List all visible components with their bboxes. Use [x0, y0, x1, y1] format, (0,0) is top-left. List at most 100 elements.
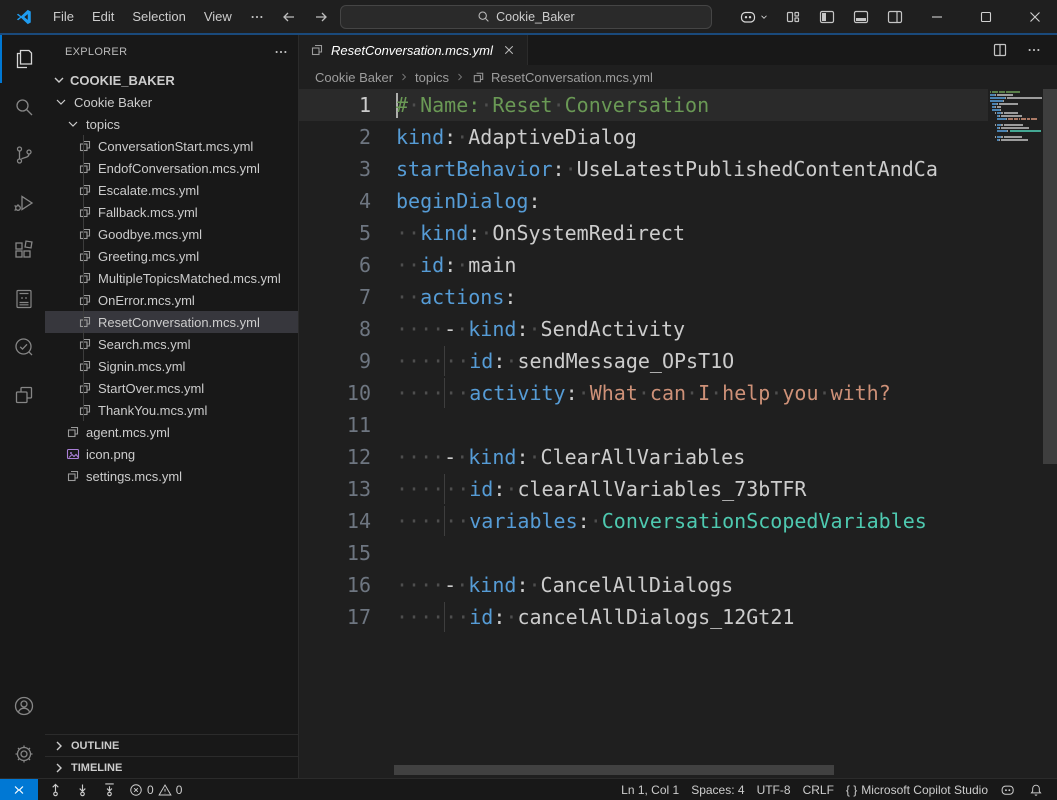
tab-resetconversation[interactable]: ResetConversation.mcs.yml [299, 35, 528, 65]
stacked-squares-icon[interactable] [0, 371, 45, 419]
code-line-14[interactable]: 14······variables:·ConversationScopedVar… [299, 505, 988, 537]
minimap[interactable] [990, 91, 1042, 142]
code-editor[interactable]: 1#·Name:·Reset·Conversation 2 kind:·Adapti… [299, 89, 1057, 778]
chevron-down-icon [53, 94, 69, 110]
back-arrow-icon[interactable] [276, 5, 302, 29]
close-icon[interactable] [1012, 0, 1057, 33]
line-number: 14 [299, 509, 371, 533]
bell-icon[interactable] [1023, 783, 1049, 797]
minimap-content [990, 91, 1042, 141]
cursor-position[interactable]: Ln 1, Col 1 [615, 783, 685, 797]
code-line-13[interactable]: 13 ······id:·clearAllVariables_73bTFR [299, 473, 988, 505]
copilot-icon[interactable] [734, 4, 774, 30]
code-line-10[interactable]: 10······activity:·What·can·I·help·you·wi… [299, 377, 988, 409]
indentation-setting[interactable]: Spaces: 4 [685, 783, 750, 797]
line-content: #·Name:·Reset·Conversation [396, 93, 709, 118]
code-line-8[interactable]: 8 ····-·kind:·SendActivity [299, 313, 988, 345]
vertical-scrollbar-thumb[interactable] [1043, 89, 1057, 464]
line-number: 13 [299, 477, 371, 501]
settings-gear-icon[interactable] [0, 730, 45, 778]
item-label: topics [86, 117, 120, 132]
file-item-settings-mcs-yml[interactable]: settings.mcs.yml [45, 465, 298, 487]
remote-indicator[interactable] [0, 779, 38, 800]
code-line-4[interactable]: 4beginDialog: [299, 185, 988, 217]
check-circle-icon[interactable] [0, 323, 45, 371]
minimize-icon[interactable] [914, 0, 959, 33]
source-control-icon[interactable] [0, 131, 45, 179]
explorer-more-icon[interactable] [274, 45, 288, 59]
outline-panel[interactable]: OUTLINE [45, 734, 298, 756]
folder-item-cookie-baker[interactable]: Cookie Baker [45, 91, 298, 113]
toggle-sidebar-icon[interactable] [812, 4, 842, 30]
titlebar: File Edit Selection View Cookie_Baker [0, 0, 1057, 35]
code-line-15[interactable]: 15 [299, 537, 988, 569]
copilot-studio-icon[interactable] [0, 275, 45, 323]
maximize-icon[interactable] [963, 0, 1008, 33]
customize-layout-icon[interactable] [778, 4, 808, 30]
error-count: 0 [147, 783, 154, 797]
code-line-11[interactable]: 11 [299, 409, 988, 441]
language-mode[interactable]: { } Microsoft Copilot Studio [840, 783, 994, 797]
line-content: ······id:·clearAllVariables_73bTFR [396, 474, 806, 504]
item-label: StartOver.mcs.yml [98, 381, 204, 396]
line-number: 2 [299, 125, 371, 149]
account-icon[interactable] [0, 682, 45, 730]
timeline-panel[interactable]: TIMELINE [45, 756, 298, 778]
code-line-5[interactable]: 5··kind:·OnSystemRedirect [299, 217, 988, 249]
pull-icon[interactable] [69, 782, 96, 797]
menu-selection[interactable]: Selection [124, 6, 193, 27]
import-icon[interactable] [96, 782, 123, 797]
breadcrumb-item-file[interactable]: ResetConversation.mcs.yml [491, 70, 653, 85]
code-line-6[interactable]: 6··id:·main [299, 249, 988, 281]
eol-setting[interactable]: CRLF [797, 783, 840, 797]
folder-item-topics[interactable]: topics [45, 113, 298, 135]
menu-view[interactable]: View [196, 6, 240, 27]
problems-indicator[interactable]: 0 0 [123, 783, 188, 797]
code-line-3[interactable]: 3startBehavior:·UseLatestPublishedConten… [299, 153, 988, 185]
editor-more-icon[interactable] [1019, 37, 1049, 63]
line-number: 9 [299, 349, 371, 373]
code-line-17[interactable]: 17······id:·cancelAllDialogs_12Gt21 [299, 601, 988, 633]
encoding-setting[interactable]: UTF-8 [751, 783, 797, 797]
copilot-icon[interactable] [994, 783, 1023, 797]
line-content: ····-·kind:·SendActivity [396, 317, 685, 341]
mcs-file-icon [77, 314, 93, 330]
code-line-2[interactable]: 2 kind:·AdaptiveDialog [299, 121, 988, 153]
run-debug-icon[interactable] [0, 179, 45, 227]
file-item-icon-png[interactable]: icon.png [45, 443, 298, 465]
toggle-secondary-sidebar-icon[interactable] [880, 4, 910, 30]
tab-close-icon[interactable] [499, 40, 519, 60]
breadcrumb-item-topics[interactable]: topics [415, 70, 449, 85]
code-line-7[interactable]: 7··actions: [299, 281, 988, 313]
search-icon[interactable] [0, 83, 45, 131]
mcs-file-icon [77, 138, 93, 154]
mcs-file-icon [309, 42, 325, 58]
timeline-label: TIMELINE [71, 762, 122, 774]
horizontal-scrollbar-thumb[interactable] [394, 765, 834, 775]
line-number: 8 [299, 317, 371, 341]
toggle-panel-icon[interactable] [846, 4, 876, 30]
file-item-agent-mcs-yml[interactable]: agent.mcs.yml [45, 421, 298, 443]
extensions-icon[interactable] [0, 227, 45, 275]
push-icon[interactable] [42, 782, 69, 797]
menu-edit[interactable]: Edit [84, 6, 122, 27]
code-line-12[interactable]: 12····-·kind:·ClearAllVariables [299, 441, 988, 473]
language-mode-label: Microsoft Copilot Studio [861, 783, 988, 797]
menu-file[interactable]: File [45, 6, 82, 27]
item-label: OnError.mcs.yml [98, 293, 195, 308]
explorer-icon[interactable] [0, 35, 45, 83]
item-label: icon.png [86, 447, 135, 462]
code-line-9[interactable]: 9······id:·sendMessage_OPsT1O [299, 345, 988, 377]
command-center-search[interactable]: Cookie_Baker [340, 5, 712, 29]
mcs-file-icon [77, 248, 93, 264]
code-line-1[interactable]: 1#·Name:·Reset·Conversation [299, 89, 988, 121]
split-editor-icon[interactable] [985, 37, 1015, 63]
breadcrumb-item-folder[interactable]: Cookie Baker [315, 70, 393, 85]
forward-arrow-icon[interactable] [308, 5, 334, 29]
code-line-16[interactable]: 16····-·kind:·CancelAllDialogs [299, 569, 988, 601]
braces-icon: { } [846, 783, 857, 797]
line-content: kind:·AdaptiveDialog [396, 125, 637, 149]
menu-more-icon[interactable] [242, 7, 272, 27]
workspace-root[interactable]: COOKIE_BAKER [45, 69, 298, 91]
vertical-scrollbar[interactable] [1043, 89, 1057, 778]
